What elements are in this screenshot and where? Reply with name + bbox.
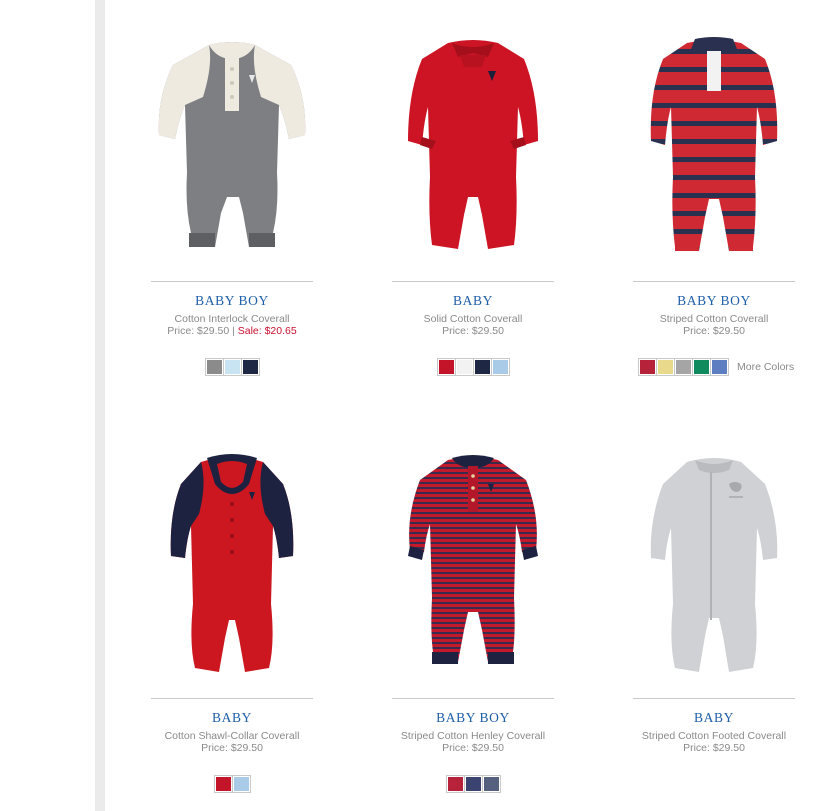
category-label[interactable]: BABY BOY [151,293,313,309]
left-sidebar-divider [95,0,105,811]
category-label[interactable]: BABY BOY [392,710,554,726]
category-label[interactable]: BABY [633,710,795,726]
color-swatch[interactable] [675,359,692,375]
divider [151,698,313,699]
price-line: Price: $29.50 [372,325,574,337]
price-line: Price: $29.50 | Sale: $20.65 [131,325,333,337]
color-swatch[interactable] [693,359,710,375]
divider [633,698,795,699]
price: Price: $29.50 [167,325,230,337]
left-margin [0,0,95,811]
color-swatch[interactable] [241,359,259,375]
color-swatch[interactable] [223,359,241,375]
price: Price: $29.50 [442,325,504,337]
price: Price: $29.50 [442,742,504,754]
category-label[interactable]: BABY [392,293,554,309]
price-line: Price: $29.50 [131,742,333,754]
color-swatches [392,359,554,375]
color-swatch[interactable] [482,776,500,792]
color-swatch[interactable] [205,359,223,375]
price-line: Price: $29.50 [613,325,815,337]
product-image-interlock-coverall[interactable] [151,37,313,277]
color-swatch[interactable] [657,359,674,375]
price-separator: | [229,325,238,337]
color-swatch[interactable] [491,359,509,375]
product-image-henley-coverall[interactable] [392,454,554,694]
color-swatch[interactable] [437,359,455,375]
divider [392,698,554,699]
color-swatch[interactable] [473,359,491,375]
color-swatch[interactable] [214,776,232,792]
color-swatch[interactable] [464,776,482,792]
color-swatches [151,776,313,792]
color-swatch[interactable] [639,359,656,375]
product-name[interactable]: Solid Cotton Coverall [372,313,574,325]
color-swatch[interactable] [711,359,728,375]
category-label[interactable]: BABY [151,710,313,726]
price-line: Price: $29.50 [372,742,574,754]
more-colors-link[interactable]: More Colors [737,361,794,373]
color-swatches [392,776,554,792]
price: Price: $29.50 [683,325,745,337]
color-swatches [151,359,313,375]
product-name[interactable]: Striped Cotton Footed Coverall [613,730,815,742]
product-name[interactable]: Cotton Shawl-Collar Coverall [131,730,333,742]
product-image-shawl-collar-coverall[interactable] [151,454,313,694]
product-name[interactable]: Striped Cotton Henley Coverall [372,730,574,742]
product-image-solid-coverall[interactable] [392,37,554,277]
product-image-striped-coverall[interactable] [633,37,795,277]
product-name[interactable]: Striped Cotton Coverall [613,313,815,325]
color-swatch[interactable] [232,776,250,792]
price: Price: $29.50 [683,742,745,754]
price: Price: $29.50 [201,742,263,754]
category-label[interactable]: BABY BOY [633,293,795,309]
divider [151,281,313,282]
divider [392,281,554,282]
divider [633,281,795,282]
product-image-footed-coverall[interactable] [633,454,795,694]
sale-price: Sale: $20.65 [237,325,297,337]
color-swatch[interactable] [455,359,473,375]
color-swatch[interactable] [446,776,464,792]
color-swatches: More Colors [639,359,801,375]
product-name[interactable]: Cotton Interlock Coverall [131,313,333,325]
price-line: Price: $29.50 [613,742,815,754]
